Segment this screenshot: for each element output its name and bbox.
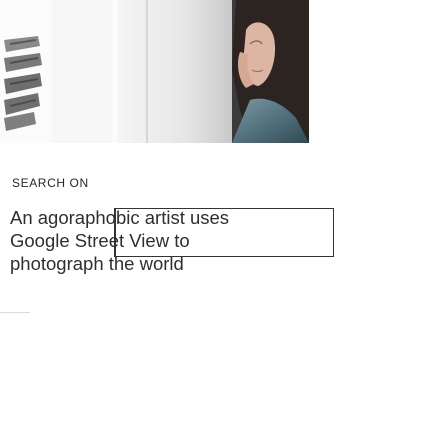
headline-line-3[interactable]: photograph the world	[10, 252, 310, 275]
headline-line-2[interactable]: Google Street View to	[10, 229, 310, 252]
article-hero-image[interactable]	[0, 0, 309, 143]
section-divider	[0, 312, 30, 313]
headline-line-1[interactable]: An agoraphobic artist uses	[10, 206, 310, 229]
article-headline[interactable]: An agoraphobic artist uses Google Street…	[10, 206, 310, 275]
article-kicker[interactable]: SEARCH ON	[12, 176, 89, 190]
